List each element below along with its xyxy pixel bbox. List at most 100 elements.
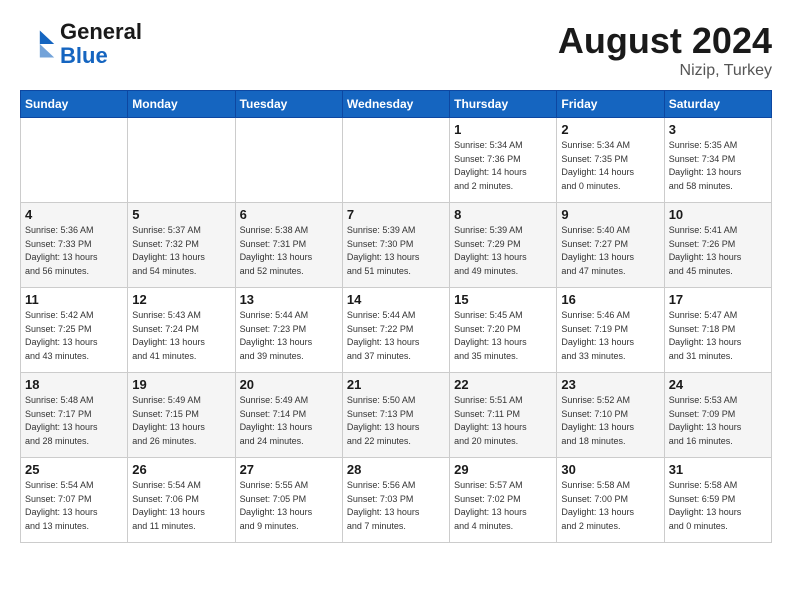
- day-number: 8: [454, 207, 552, 222]
- calendar-week-row: 25Sunrise: 5:54 AM Sunset: 7:07 PM Dayli…: [21, 458, 772, 543]
- day-info: Sunrise: 5:47 AM Sunset: 7:18 PM Dayligh…: [669, 309, 767, 363]
- calendar-cell: 27 Sunrise: 5:55 AM Sunset: 7:05 PM Dayli…: [235, 458, 342, 543]
- calendar-cell: 26Sunrise: 5:54 AM Sunset: 7:06 PM Dayli…: [128, 458, 235, 543]
- day-number: 4: [25, 207, 123, 222]
- calendar-cell: 16Sunrise: 5:46 AM Sunset: 7:19 PM Dayli…: [557, 288, 664, 373]
- calendar-cell: 10Sunrise: 5:41 AM Sunset: 7:26 PM Dayli…: [664, 203, 771, 288]
- day-info: Sunrise: 5:49 AM Sunset: 7:14 PM Dayligh…: [240, 394, 338, 448]
- day-number: 9: [561, 207, 659, 222]
- day-info: Sunrise: 5:52 AM Sunset: 7:10 PM Dayligh…: [561, 394, 659, 448]
- weekday-header-sunday: Sunday: [21, 91, 128, 118]
- day-info: Sunrise: 5:54 AM Sunset: 7:07 PM Dayligh…: [25, 479, 123, 533]
- day-number: 23: [561, 377, 659, 392]
- day-info: Sunrise: 5:34 AM Sunset: 7:36 PM Dayligh…: [454, 139, 552, 193]
- calendar-cell: 5 Sunrise: 5:37 AM Sunset: 7:32 PM Daylig…: [128, 203, 235, 288]
- day-number: 2: [561, 122, 659, 137]
- day-info: Sunrise: 5:45 AM Sunset: 7:20 PM Dayligh…: [454, 309, 552, 363]
- day-info: Sunrise: 5:39 AM Sunset: 7:29 PM Dayligh…: [454, 224, 552, 278]
- logo-text: General Blue: [60, 20, 142, 68]
- month-heading: August 2024: [558, 20, 772, 62]
- day-info: Sunrise: 5:35 AM Sunset: 7:34 PM Dayligh…: [669, 139, 767, 193]
- calendar-cell: 14 Sunrise: 5:44 AM Sunset: 7:22 PM Dayli…: [342, 288, 449, 373]
- day-info: Sunrise: 5:46 AM Sunset: 7:19 PM Dayligh…: [561, 309, 659, 363]
- logo-icon: [20, 26, 56, 62]
- day-info: Sunrise: 5:40 AM Sunset: 7:27 PM Dayligh…: [561, 224, 659, 278]
- calendar-cell: 2 Sunrise: 5:34 AM Sunset: 7:35 PM Daylig…: [557, 118, 664, 203]
- day-info: Sunrise: 5:55 AM Sunset: 7:05 PM Dayligh…: [240, 479, 338, 533]
- day-info: Sunrise: 5:41 AM Sunset: 7:26 PM Dayligh…: [669, 224, 767, 278]
- day-number: 12: [132, 292, 230, 307]
- calendar-table: SundayMondayTuesdayWednesdayThursdayFrid…: [20, 90, 772, 543]
- day-info: Sunrise: 5:37 AM Sunset: 7:32 PM Dayligh…: [132, 224, 230, 278]
- calendar-cell: [342, 118, 449, 203]
- calendar-cell: 8 Sunrise: 5:39 AM Sunset: 7:29 PM Daylig…: [450, 203, 557, 288]
- logo: General Blue: [20, 20, 142, 68]
- calendar-cell: 7Sunrise: 5:39 AM Sunset: 7:30 PM Daylig…: [342, 203, 449, 288]
- day-number: 26: [132, 462, 230, 477]
- calendar-cell: 1Sunrise: 5:34 AM Sunset: 7:36 PM Daylig…: [450, 118, 557, 203]
- day-info: Sunrise: 5:42 AM Sunset: 7:25 PM Dayligh…: [25, 309, 123, 363]
- day-info: Sunrise: 5:34 AM Sunset: 7:35 PM Dayligh…: [561, 139, 659, 193]
- calendar-cell: 17 Sunrise: 5:47 AM Sunset: 7:18 PM Dayli…: [664, 288, 771, 373]
- day-number: 28: [347, 462, 445, 477]
- day-number: 19: [132, 377, 230, 392]
- calendar-cell: 28Sunrise: 5:56 AM Sunset: 7:03 PM Dayli…: [342, 458, 449, 543]
- day-info: Sunrise: 5:44 AM Sunset: 7:23 PM Dayligh…: [240, 309, 338, 363]
- day-info: Sunrise: 5:48 AM Sunset: 7:17 PM Dayligh…: [25, 394, 123, 448]
- day-number: 22: [454, 377, 552, 392]
- day-number: 20: [240, 377, 338, 392]
- calendar-cell: 23 Sunrise: 5:52 AM Sunset: 7:10 PM Dayli…: [557, 373, 664, 458]
- calendar-cell: 31Sunrise: 5:58 AM Sunset: 6:59 PM Dayli…: [664, 458, 771, 543]
- day-info: Sunrise: 5:44 AM Sunset: 7:22 PM Dayligh…: [347, 309, 445, 363]
- day-info: Sunrise: 5:58 AM Sunset: 7:00 PM Dayligh…: [561, 479, 659, 533]
- calendar-cell: 18 Sunrise: 5:48 AM Sunset: 7:17 PM Dayli…: [21, 373, 128, 458]
- calendar-cell: 22 Sunrise: 5:51 AM Sunset: 7:11 PM Dayli…: [450, 373, 557, 458]
- calendar-cell: 20 Sunrise: 5:49 AM Sunset: 7:14 PM Dayli…: [235, 373, 342, 458]
- calendar-cell: 19 Sunrise: 5:49 AM Sunset: 7:15 PM Dayli…: [128, 373, 235, 458]
- calendar-cell: 12 Sunrise: 5:43 AM Sunset: 7:24 PM Dayli…: [128, 288, 235, 373]
- weekday-header-tuesday: Tuesday: [235, 91, 342, 118]
- calendar-cell: 4Sunrise: 5:36 AM Sunset: 7:33 PM Daylig…: [21, 203, 128, 288]
- day-number: 18: [25, 377, 123, 392]
- day-info: Sunrise: 5:43 AM Sunset: 7:24 PM Dayligh…: [132, 309, 230, 363]
- day-number: 5: [132, 207, 230, 222]
- calendar-cell: [128, 118, 235, 203]
- weekday-header-thursday: Thursday: [450, 91, 557, 118]
- day-number: 21: [347, 377, 445, 392]
- day-info: Sunrise: 5:50 AM Sunset: 7:13 PM Dayligh…: [347, 394, 445, 448]
- day-number: 31: [669, 462, 767, 477]
- month-title: August 2024 Nizip, Turkey: [558, 20, 772, 80]
- day-info: Sunrise: 5:57 AM Sunset: 7:02 PM Dayligh…: [454, 479, 552, 533]
- calendar-cell: 15 Sunrise: 5:45 AM Sunset: 7:20 PM Dayli…: [450, 288, 557, 373]
- logo-line2: Blue: [60, 43, 108, 68]
- calendar-cell: 21 Sunrise: 5:50 AM Sunset: 7:13 PM Dayli…: [342, 373, 449, 458]
- day-number: 24: [669, 377, 767, 392]
- day-number: 30: [561, 462, 659, 477]
- calendar-week-row: 18 Sunrise: 5:48 AM Sunset: 7:17 PM Dayli…: [21, 373, 772, 458]
- weekday-header-saturday: Saturday: [664, 91, 771, 118]
- calendar-cell: 6 Sunrise: 5:38 AM Sunset: 7:31 PM Daylig…: [235, 203, 342, 288]
- calendar-cell: 30 Sunrise: 5:58 AM Sunset: 7:00 PM Dayli…: [557, 458, 664, 543]
- day-info: Sunrise: 5:49 AM Sunset: 7:15 PM Dayligh…: [132, 394, 230, 448]
- calendar-cell: 25Sunrise: 5:54 AM Sunset: 7:07 PM Dayli…: [21, 458, 128, 543]
- day-number: 14: [347, 292, 445, 307]
- calendar-cell: 24Sunrise: 5:53 AM Sunset: 7:09 PM Dayli…: [664, 373, 771, 458]
- calendar-cell: 13 Sunrise: 5:44 AM Sunset: 7:23 PM Dayli…: [235, 288, 342, 373]
- location-heading: Nizip, Turkey: [558, 62, 772, 80]
- day-number: 13: [240, 292, 338, 307]
- calendar-cell: 9 Sunrise: 5:40 AM Sunset: 7:27 PM Daylig…: [557, 203, 664, 288]
- day-info: Sunrise: 5:38 AM Sunset: 7:31 PM Dayligh…: [240, 224, 338, 278]
- day-number: 6: [240, 207, 338, 222]
- day-info: Sunrise: 5:51 AM Sunset: 7:11 PM Dayligh…: [454, 394, 552, 448]
- weekday-header-friday: Friday: [557, 91, 664, 118]
- calendar-week-row: 1Sunrise: 5:34 AM Sunset: 7:36 PM Daylig…: [21, 118, 772, 203]
- day-number: 17: [669, 292, 767, 307]
- day-number: 27: [240, 462, 338, 477]
- weekday-header-row: SundayMondayTuesdayWednesdayThursdayFrid…: [21, 91, 772, 118]
- logo-line1: General: [60, 19, 142, 44]
- calendar-cell: 3 Sunrise: 5:35 AM Sunset: 7:34 PM Daylig…: [664, 118, 771, 203]
- day-number: 15: [454, 292, 552, 307]
- day-number: 29: [454, 462, 552, 477]
- weekday-header-wednesday: Wednesday: [342, 91, 449, 118]
- day-number: 3: [669, 122, 767, 137]
